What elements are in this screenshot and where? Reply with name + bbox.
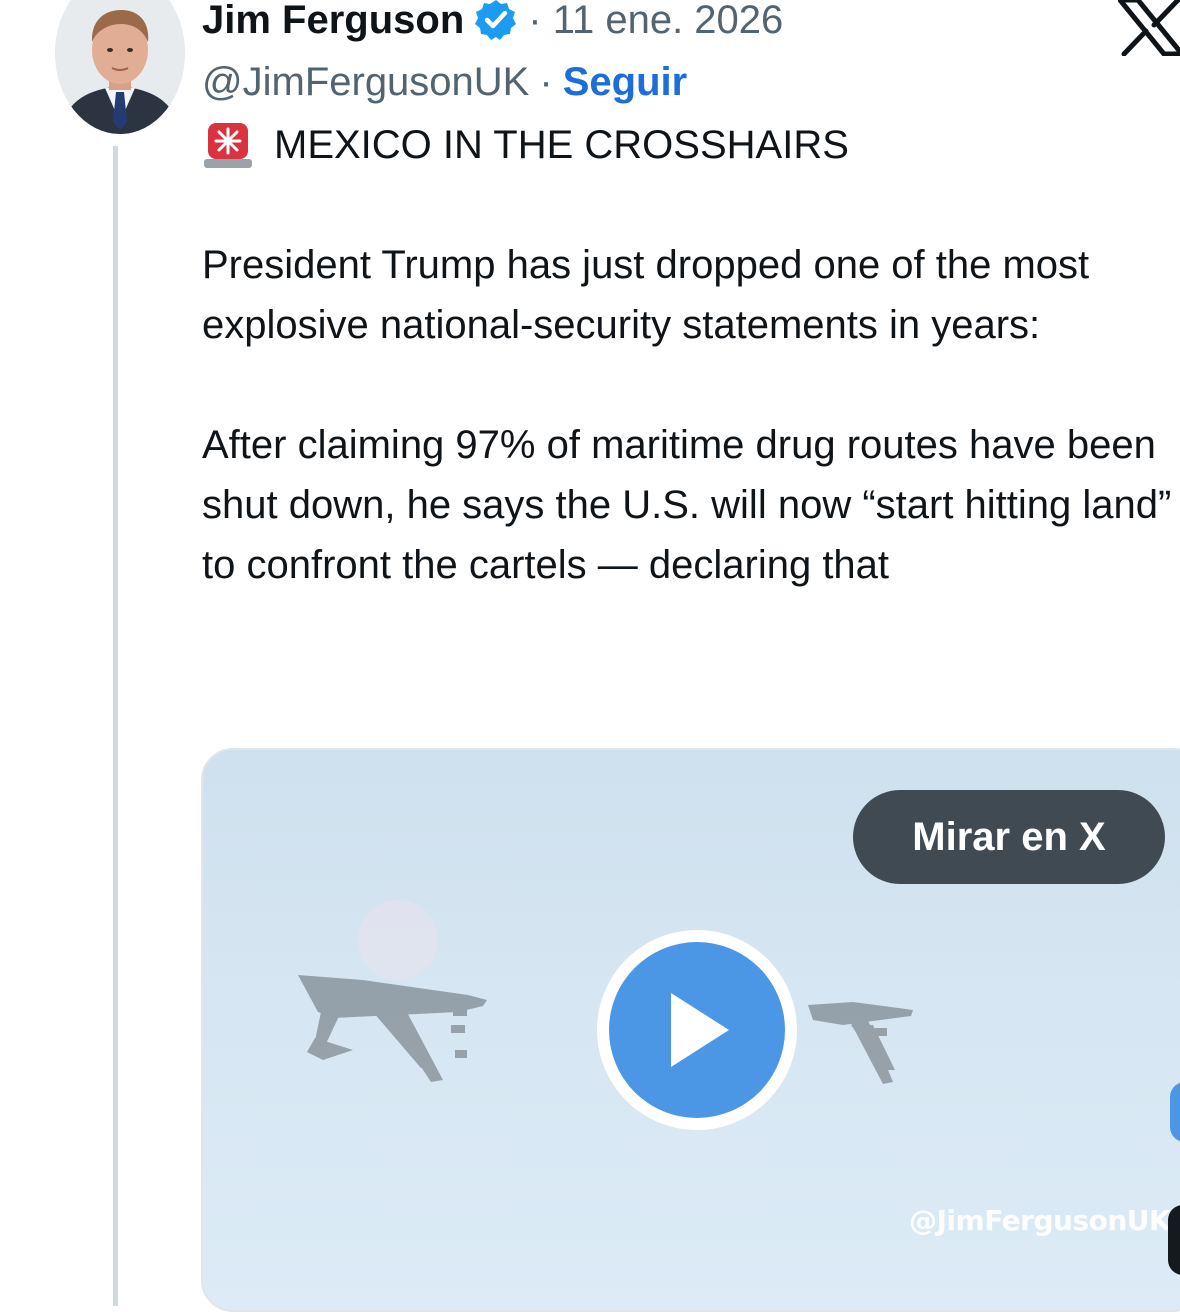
- verified-badge-icon: [474, 0, 518, 42]
- video-watermark: @JimFergusonUK: [909, 1204, 1171, 1237]
- post-body: MEXICO IN THE CROSSHAIRS President Trump…: [202, 115, 1177, 595]
- post-headline: MEXICO IN THE CROSSHAIRS: [274, 123, 849, 167]
- post-headline-row: MEXICO IN THE CROSSHAIRS: [202, 115, 1177, 175]
- play-button[interactable]: [597, 930, 797, 1130]
- post-paragraph-2: After claiming 97% of maritime drug rout…: [202, 423, 1172, 587]
- x-logo-icon[interactable]: [1117, 0, 1180, 57]
- video-player[interactable]: Mirar en X @JimFergusonUK: [201, 748, 1180, 1312]
- thread-connector-line: [113, 146, 118, 1306]
- post-paragraph-1: President Trump has just dropped one of …: [202, 243, 1090, 347]
- follow-button[interactable]: Seguir: [563, 60, 687, 105]
- author-name[interactable]: Jim Ferguson: [202, 0, 464, 43]
- separator-dot: ·: [539, 59, 553, 104]
- floating-control-edge[interactable]: [1168, 1205, 1180, 1275]
- floating-action-edge[interactable]: [1170, 1082, 1180, 1142]
- watch-on-x-button[interactable]: Mirar en X: [853, 790, 1165, 884]
- author-handle-row: @JimFergusonUK · Seguir: [202, 56, 687, 108]
- post-header: Jim Ferguson · 11 ene. 2026: [202, 0, 783, 48]
- siren-icon: [202, 119, 254, 171]
- post-date[interactable]: · 11 ene. 2026: [528, 0, 783, 43]
- author-handle[interactable]: @JimFergusonUK: [202, 60, 529, 105]
- author-avatar[interactable]: [55, 0, 185, 134]
- play-icon: [609, 942, 785, 1118]
